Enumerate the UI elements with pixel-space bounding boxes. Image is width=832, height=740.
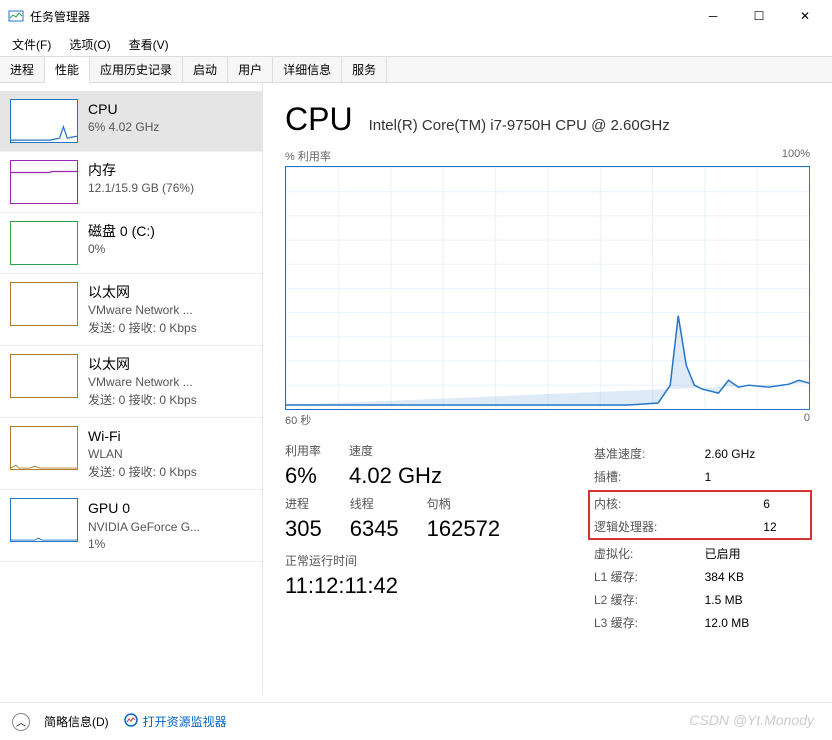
detail-basespeed-label: 基准速度:	[590, 442, 701, 465]
stat-processes-value: 305	[285, 516, 322, 542]
cpu-thumbnail	[10, 99, 78, 143]
chart-y-label: % 利用率	[285, 148, 331, 164]
tab-users[interactable]: 用户	[228, 57, 273, 82]
detail-l3-label: L3 缓存:	[590, 611, 701, 634]
gpu-thumbnail	[10, 498, 78, 542]
app-icon	[8, 8, 24, 24]
page-title: CPU	[285, 101, 353, 138]
simple-view-link[interactable]: 简略信息(D)	[44, 713, 109, 730]
chart-x-left: 60 秒	[285, 412, 311, 428]
detail-virt-value: 已启用	[701, 542, 810, 565]
detail-logical-value: 12	[759, 515, 810, 538]
stat-uptime-label: 正常运行时间	[285, 552, 560, 569]
sidebar-item-wifi[interactable]: Wi-Fi WLAN 发送: 0 接收: 0 Kbps	[0, 418, 262, 490]
stat-util-label: 利用率	[285, 442, 321, 459]
close-button[interactable]: ✕	[782, 0, 828, 32]
disk-thumbnail	[10, 221, 78, 265]
sidebar-item-ethernet-1[interactable]: 以太网 VMware Network ... 发送: 0 接收: 0 Kbps	[0, 274, 262, 346]
detail-sockets-label: 插槽:	[590, 465, 701, 488]
detail-l2-label: L2 缓存:	[590, 588, 701, 611]
stat-uptime-value: 11:12:11:42	[285, 573, 560, 599]
sidebar-item-label: 以太网	[88, 282, 197, 302]
maximize-button[interactable]: ☐	[736, 0, 782, 32]
monitor-icon	[123, 712, 139, 731]
sidebar-item-disk[interactable]: 磁盘 0 (C:) 0%	[0, 213, 262, 274]
sidebar-item-label: 以太网	[88, 354, 197, 374]
sidebar-item-detail: 12.1/15.9 GB (76%)	[88, 180, 194, 197]
detail-cores-label: 内核:	[590, 492, 759, 515]
chart-x-right: 0	[804, 412, 810, 428]
resource-monitor-link[interactable]: 打开资源监视器	[123, 712, 227, 731]
detail-l1-label: L1 缓存:	[590, 565, 701, 588]
sidebar-item-detail: VMware Network ...	[88, 374, 197, 391]
sidebar-item-detail: 发送: 0 接收: 0 Kbps	[88, 320, 197, 337]
tab-performance[interactable]: 性能	[45, 57, 90, 83]
sidebar-item-detail: NVIDIA GeForce G...	[88, 519, 200, 536]
sidebar-item-detail: WLAN	[88, 446, 197, 463]
sidebar-item-detail: 6% 4.02 GHz	[88, 119, 159, 136]
main-panel: CPU Intel(R) Core(TM) i7-9750H CPU @ 2.6…	[263, 83, 832, 695]
menu-view[interactable]: 查看(V)	[123, 34, 175, 55]
wifi-thumbnail	[10, 426, 78, 470]
collapse-icon[interactable]: ︿	[12, 713, 30, 731]
detail-l3-value: 12.0 MB	[701, 611, 810, 634]
menu-options[interactable]: 选项(O)	[63, 34, 116, 55]
stat-handles-value: 162572	[427, 516, 500, 542]
detail-basespeed-value: 2.60 GHz	[701, 442, 810, 465]
stat-threads-value: 6345	[350, 516, 399, 542]
stat-speed-value: 4.02 GHz	[349, 463, 442, 489]
stat-util-value: 6%	[285, 463, 321, 489]
minimize-button[interactable]: ─	[690, 0, 736, 32]
tab-app-history[interactable]: 应用历史记录	[90, 57, 183, 82]
memory-thumbnail	[10, 160, 78, 204]
stat-threads-label: 线程	[350, 495, 399, 512]
sidebar-item-detail: 发送: 0 接收: 0 Kbps	[88, 392, 197, 409]
sidebar-item-memory[interactable]: 内存 12.1/15.9 GB (76%)	[0, 152, 262, 213]
sidebar-item-label: Wi-Fi	[88, 426, 197, 446]
ethernet-thumbnail	[10, 282, 78, 326]
cpu-chart	[285, 166, 810, 410]
sidebar-item-cpu[interactable]: CPU 6% 4.02 GHz	[0, 91, 262, 152]
sidebar: CPU 6% 4.02 GHz 内存 12.1/15.9 GB (76%) 磁盘…	[0, 83, 263, 695]
detail-logical-label: 逻辑处理器:	[590, 515, 759, 538]
window-title: 任务管理器	[30, 8, 90, 25]
sidebar-item-detail: 0%	[88, 241, 155, 258]
tab-services[interactable]: 服务	[342, 57, 387, 82]
detail-cores-value: 6	[759, 492, 810, 515]
ethernet-thumbnail	[10, 354, 78, 398]
highlight-annotation: 内核:6 逻辑处理器:12	[588, 490, 812, 540]
detail-l1-value: 384 KB	[701, 565, 810, 588]
stat-speed-label: 速度	[349, 442, 442, 459]
sidebar-item-gpu[interactable]: GPU 0 NVIDIA GeForce G... 1%	[0, 490, 262, 562]
tab-startup[interactable]: 启动	[183, 57, 228, 82]
stat-processes-label: 进程	[285, 495, 322, 512]
cpu-model: Intel(R) Core(TM) i7-9750H CPU @ 2.60GHz	[369, 117, 670, 134]
sidebar-item-detail: VMware Network ...	[88, 302, 197, 319]
stat-handles-label: 句柄	[427, 495, 500, 512]
detail-sockets-value: 1	[701, 465, 810, 488]
sidebar-item-label: CPU	[88, 99, 159, 119]
chart-y-max: 100%	[782, 148, 810, 164]
sidebar-item-label: 内存	[88, 160, 194, 180]
detail-l2-value: 1.5 MB	[701, 588, 810, 611]
sidebar-item-ethernet-2[interactable]: 以太网 VMware Network ... 发送: 0 接收: 0 Kbps	[0, 346, 262, 418]
menu-file[interactable]: 文件(F)	[6, 34, 57, 55]
tab-details[interactable]: 详细信息	[273, 57, 342, 82]
sidebar-item-label: 磁盘 0 (C:)	[88, 221, 155, 241]
sidebar-item-detail: 1%	[88, 536, 200, 553]
sidebar-item-detail: 发送: 0 接收: 0 Kbps	[88, 464, 197, 481]
sidebar-item-label: GPU 0	[88, 498, 200, 518]
tab-processes[interactable]: 进程	[0, 57, 45, 82]
detail-virt-label: 虚拟化:	[590, 542, 701, 565]
